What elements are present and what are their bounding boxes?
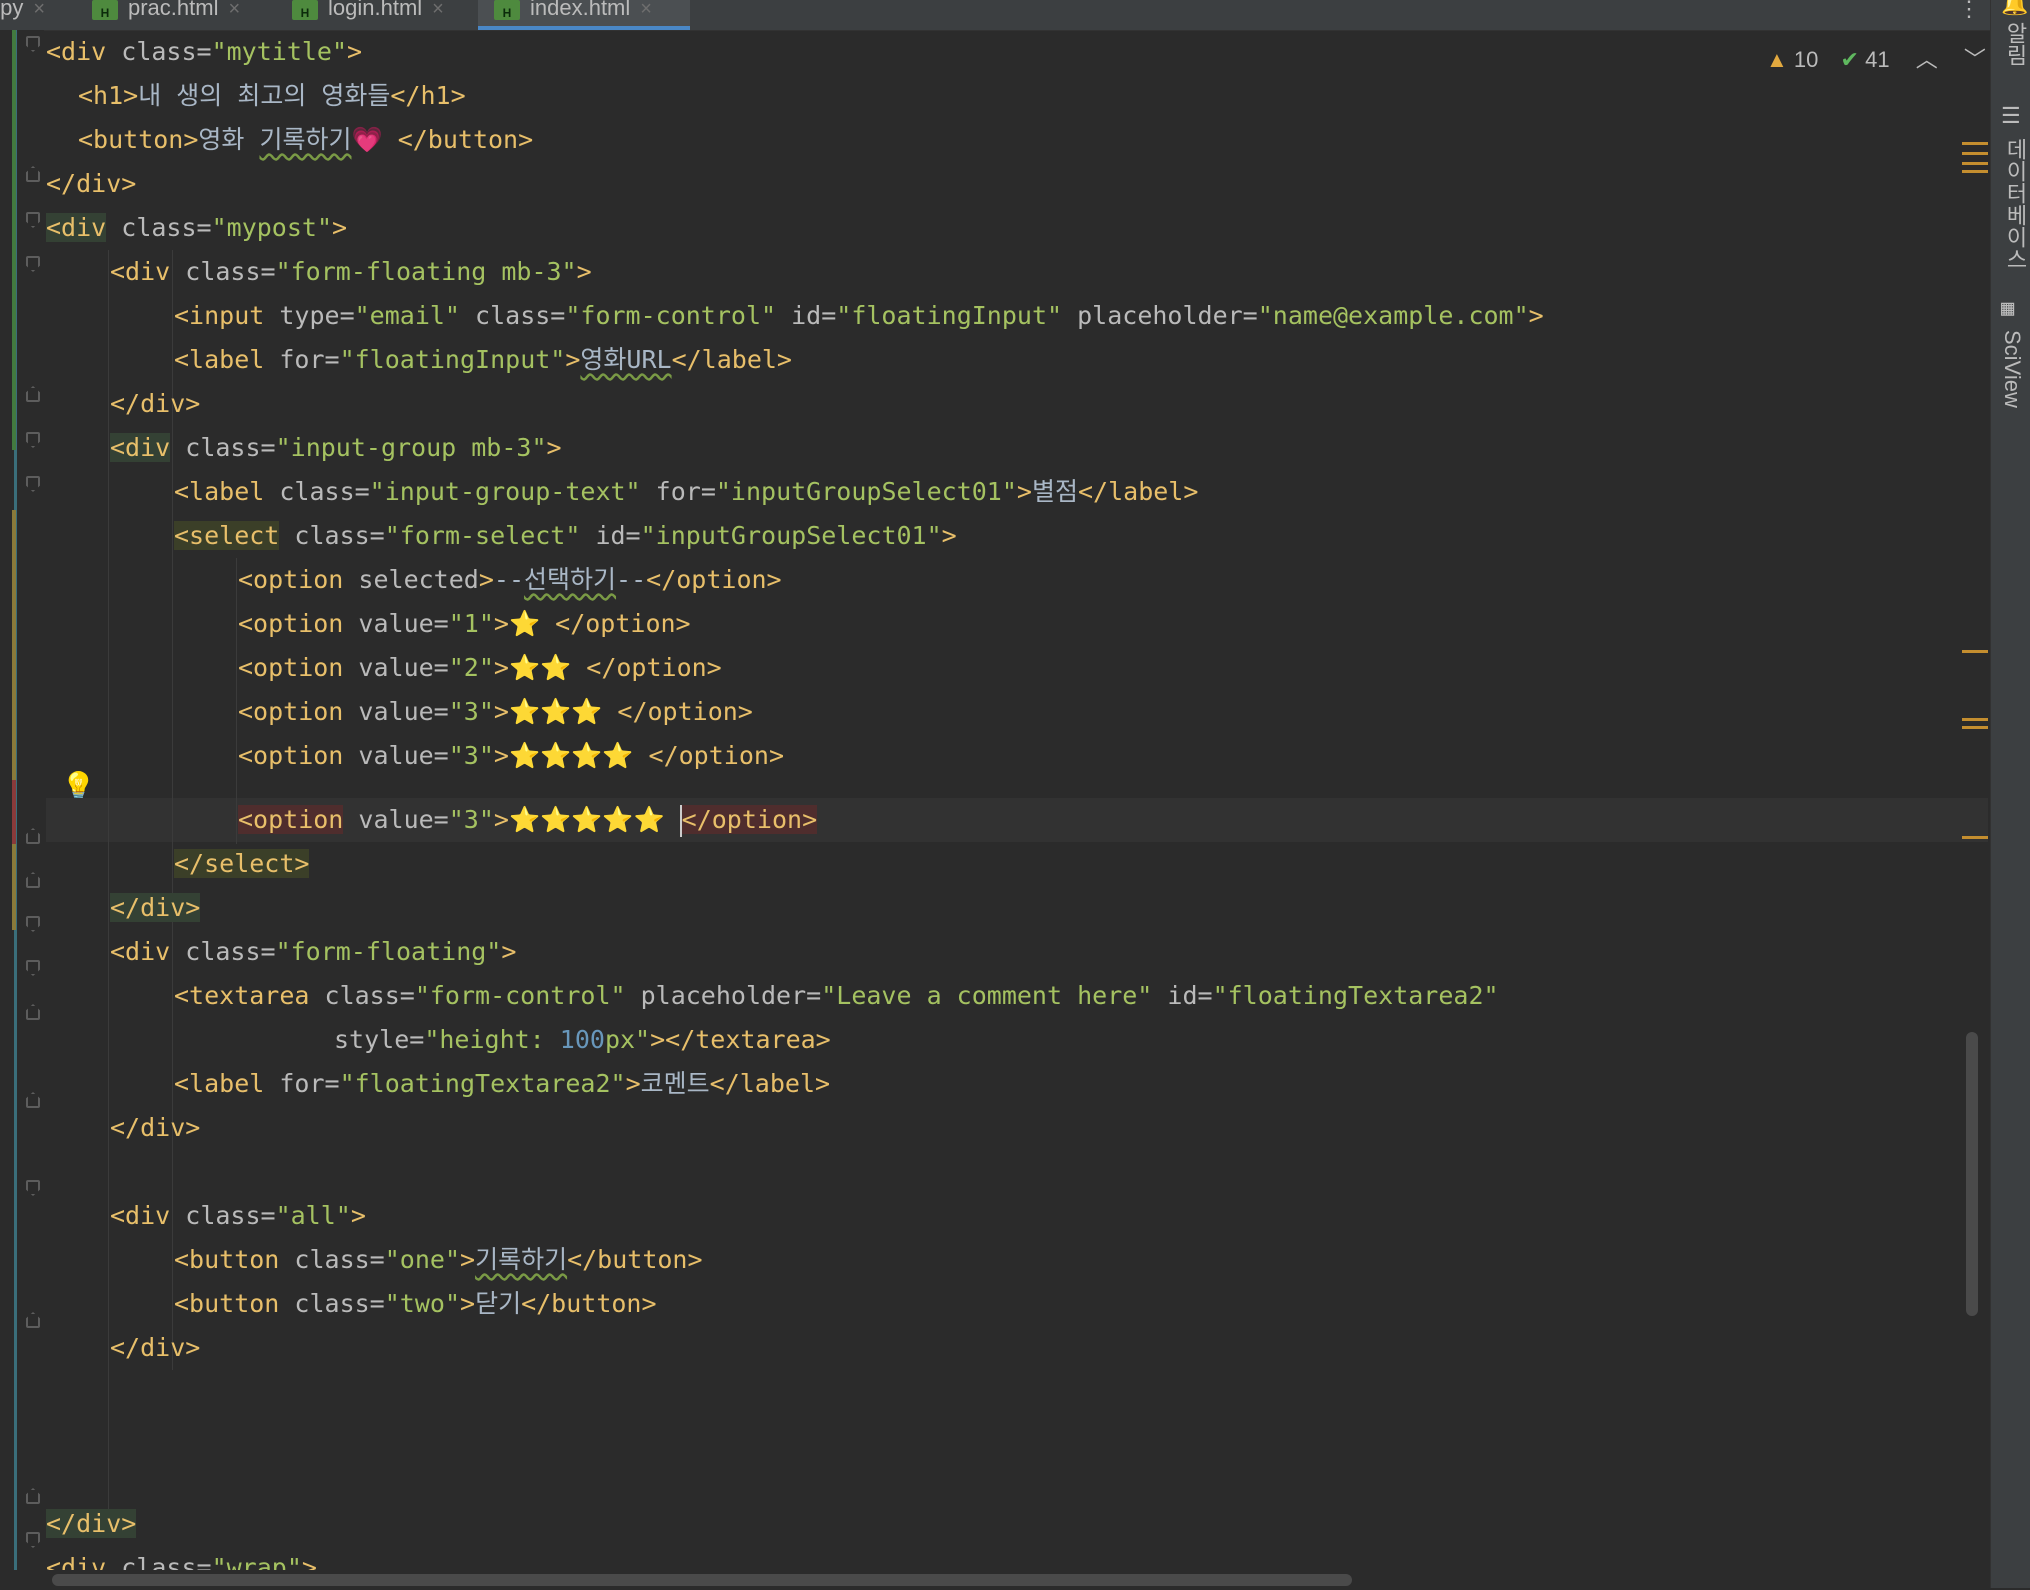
close-icon[interactable]: × — [640, 0, 652, 20]
warning-stripe-marker[interactable] — [1962, 726, 1988, 729]
database-tool-button[interactable]: 데이터베이스 — [1999, 138, 2030, 270]
fold-icon[interactable] — [26, 828, 40, 844]
chevron-down-icon[interactable]: ﹀ — [1964, 47, 1986, 72]
bell-icon[interactable]: 🔔 — [2001, 0, 2028, 17]
code-line-5: <div class="mypost"> — [46, 213, 348, 242]
fold-icon[interactable] — [26, 1532, 40, 1548]
warning-stripe-marker[interactable] — [1962, 162, 1988, 165]
code-line-29: <button class="two">닫기</button> — [174, 1289, 657, 1318]
warning-stripe-marker[interactable] — [1962, 718, 1988, 721]
indent-guide — [236, 558, 237, 844]
code-line-3: <button>영화 기록하기💗 </button> — [78, 125, 534, 154]
fold-icon[interactable] — [26, 916, 40, 932]
code-line-7: <input type="email" class="form-control"… — [174, 301, 1544, 330]
vcs-added-bar — [12, 30, 16, 450]
warning-count: 10 — [1793, 47, 1819, 72]
fold-icon[interactable] — [26, 476, 40, 492]
code-line-15: <option value="2">⭐⭐ </option> — [238, 653, 722, 682]
warning-stripe-marker[interactable] — [1962, 142, 1988, 145]
tab-prac-html[interactable]: Hprac.html × — [92, 0, 240, 28]
fold-icon[interactable] — [26, 1180, 40, 1196]
tab-label: index.html — [530, 0, 631, 20]
code-line-18: <option value="3">⭐⭐⭐⭐⭐ </option> — [238, 798, 818, 842]
inspection-widget[interactable]: ▲ 10 ✔ 41 ︿ ﹀ — [1766, 42, 1986, 74]
fold-icon[interactable] — [26, 256, 40, 272]
tab-overflow-menu-icon[interactable]: ⋮ — [1958, 0, 1980, 22]
check-icon: ✔ — [1840, 47, 1859, 72]
editor-tab-bar: .py × Hprac.html × Hlogin.html × Hindex.htm… — [0, 0, 1990, 31]
tab-py[interactable]: .py × — [0, 0, 45, 28]
fold-icon[interactable] — [26, 1092, 40, 1108]
code-editor[interactable]: <div class="mytitle"> <h1>내 생의 최고의 영화들</… — [46, 30, 1988, 1582]
sciview-icon: ▦ — [2001, 296, 2015, 321]
vcs-error-bar — [12, 780, 16, 844]
tab-label: login.html — [328, 0, 423, 20]
sciview-tool-button[interactable]: SciView — [1999, 330, 2025, 408]
code-line-27: <div class="all"> — [110, 1201, 366, 1230]
code-line-16: <option value="3">⭐⭐⭐ </option> — [238, 697, 753, 726]
indent-guide — [108, 250, 109, 1510]
code-line-25: </div> — [110, 1113, 201, 1142]
tab-label: .py — [0, 0, 24, 20]
warning-icon: ▲ — [1766, 47, 1788, 72]
warning-stripe-marker[interactable] — [1962, 836, 1988, 839]
fold-icon[interactable] — [26, 872, 40, 888]
fold-icon[interactable] — [26, 36, 40, 52]
code-line-34: </div> — [46, 1509, 137, 1538]
code-line-9: </div> — [110, 389, 201, 418]
code-line-19: </select> — [174, 849, 310, 878]
fold-icon[interactable] — [26, 1312, 40, 1328]
code-line-28: <button class="one">기록하기</button> — [174, 1245, 703, 1274]
fold-icon[interactable] — [26, 960, 40, 976]
fold-icon[interactable] — [26, 386, 40, 402]
code-line-20: </div> — [110, 893, 201, 922]
code-line-11: <label class="input-group-text" for="inp… — [174, 477, 1199, 506]
chevron-up-icon[interactable]: ︿ — [1916, 47, 1938, 72]
notifications-tool-button[interactable]: 알림 — [1999, 22, 2030, 66]
warning-stripe-marker[interactable] — [1962, 650, 1988, 653]
code-line-8: <label for="floatingInput">영화URL</label> — [174, 345, 792, 374]
code-line-22: <textarea class="form-control" placehold… — [174, 981, 1499, 1010]
close-icon[interactable]: × — [228, 0, 240, 20]
tab-login-html[interactable]: Hlogin.html × — [292, 0, 444, 28]
html-file-icon: H — [292, 0, 318, 20]
warning-stripe-marker[interactable] — [1962, 152, 1988, 155]
vertical-scrollbar[interactable] — [1966, 1032, 1978, 1316]
code-line-10: <div class="input-group mb-3"> — [110, 433, 562, 462]
right-tool-strip: 🔔 알림 ☰ 데이터베이스 ▦ SciView — [1990, 0, 2030, 1588]
html-file-icon: H — [494, 0, 520, 20]
code-line-17: <option value="3">⭐⭐⭐⭐ </option> — [238, 741, 784, 770]
code-line-1: <div class="mytitle"> — [46, 37, 363, 66]
fold-icon[interactable] — [26, 432, 40, 448]
code-line-6: <div class="form-floating mb-3"> — [110, 257, 592, 286]
code-line-21: <div class="form-floating"> — [110, 937, 517, 966]
horizontal-scrollbar[interactable] — [52, 1574, 1352, 1586]
fold-icon[interactable] — [26, 212, 40, 228]
fold-icon[interactable] — [26, 1004, 40, 1020]
close-icon[interactable]: × — [33, 0, 45, 20]
fold-icon[interactable] — [26, 1488, 40, 1504]
code-line-23: style="height: 100px"></textarea> — [334, 1025, 831, 1054]
editor-gutter — [0, 30, 44, 1570]
close-icon[interactable]: × — [432, 0, 444, 20]
tab-label: prac.html — [128, 0, 219, 20]
warning-stripe-marker[interactable] — [1962, 170, 1988, 173]
database-icon: ☰ — [2001, 104, 2021, 129]
passed-count: 41 — [1865, 47, 1890, 72]
code-line-30: </div> — [110, 1333, 201, 1362]
code-line-14: <option value="1">⭐ </option> — [238, 609, 691, 638]
code-line-24: <label for="floatingTextarea2">코멘트</labe… — [174, 1069, 831, 1098]
tab-index-html[interactable]: Hindex.html × — [478, 0, 690, 30]
code-line-4: </div> — [46, 169, 137, 198]
code-line-13: <option selected>--선택하기--</option> — [238, 565, 782, 594]
vcs-modified-bar — [12, 510, 16, 930]
code-line-12: <select class="form-select" id="inputGro… — [174, 521, 957, 550]
html-file-icon: H — [92, 0, 118, 20]
fold-icon[interactable] — [26, 166, 40, 182]
code-line-2: <h1>내 생의 최고의 영화들</h1> — [78, 81, 466, 110]
